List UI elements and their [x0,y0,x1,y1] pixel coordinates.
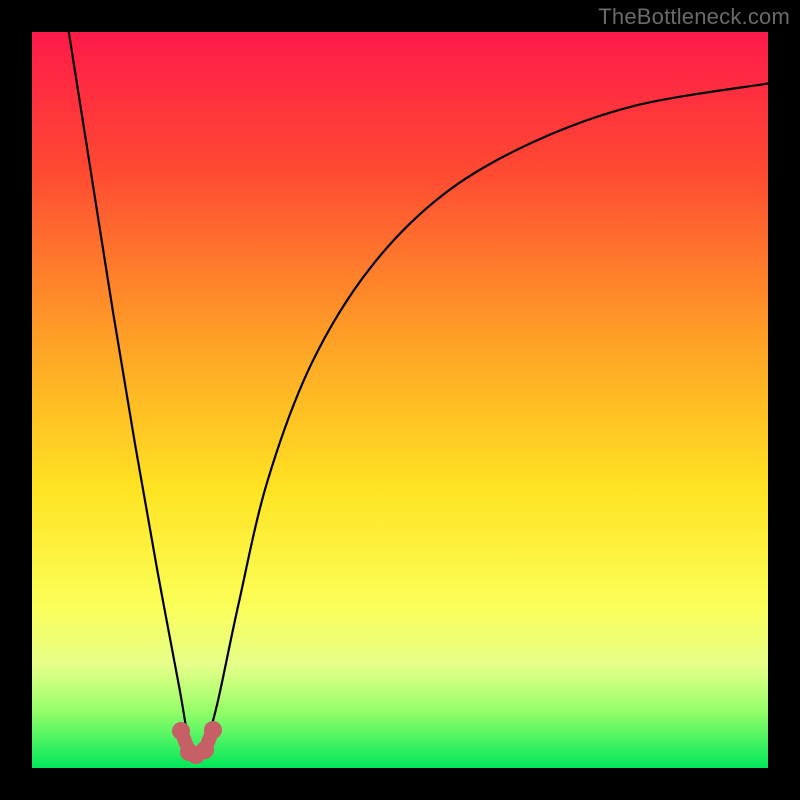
bottleneck-curve [32,32,768,768]
valley-marker-dot [204,721,222,739]
watermark-text: TheBottleneck.com [598,4,790,30]
chart-frame: TheBottleneck.com [0,0,800,800]
plot-area [32,32,768,768]
valley-marker-dot [172,722,190,740]
